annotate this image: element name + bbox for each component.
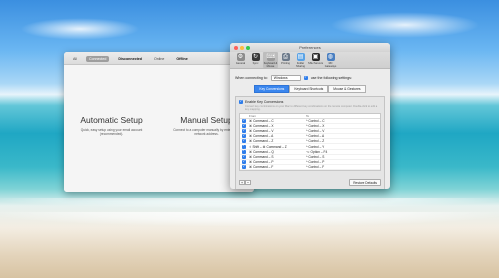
enable-key-conversions-checkbox[interactable] xyxy=(239,99,243,104)
globe-icon: ◍ xyxy=(326,53,335,61)
window-title: Preferences xyxy=(299,45,321,50)
mapping-from: ⌘ Command – X xyxy=(249,124,274,129)
preferences-body: When connecting to: Windows use the foll… xyxy=(230,70,390,189)
toolbar-label: RD Gateways xyxy=(324,62,337,68)
panel-footer: + − Restore Defaults xyxy=(239,179,381,186)
toolbar-rd-gateways[interactable]: ◍ RD Gateways xyxy=(323,52,338,68)
mapping-from: ⌘ Command – S xyxy=(249,154,274,159)
preferences-window: Preferences ⚙ General ↻ Sync ⌨ Keyboard & Mou… xyxy=(230,43,390,189)
sync-icon: ↻ xyxy=(251,53,260,61)
toolbar-label: SSH Servers xyxy=(308,62,323,65)
mapping-from: ⌘ Command – Z xyxy=(249,139,274,144)
mapping-to: ^ Control – C xyxy=(306,119,325,124)
toolbar-folder-sharing[interactable]: ▤ Folder Sharing xyxy=(293,52,308,68)
mapping-from: ⌘ Command – F xyxy=(249,164,274,169)
restore-defaults-button[interactable]: Restore Defaults xyxy=(349,179,381,186)
mapping-to: ^ Control – X xyxy=(306,124,325,129)
title-bar: Preferences xyxy=(230,43,390,52)
manager-body: Automatic Setup Quick, easy setup using … xyxy=(64,65,254,192)
toolbar-ssh-servers[interactable]: ▣ SSH Servers xyxy=(308,52,323,68)
printer-icon: ⎙ xyxy=(281,53,290,61)
when-connecting-label: When connecting to: xyxy=(235,76,268,80)
mapping-from: ⌘ Command – P xyxy=(249,159,274,164)
tab-offline[interactable]: Offline xyxy=(173,56,190,62)
mapping-to: ^ Control – A xyxy=(306,134,325,139)
segment-key-conversions[interactable]: Key Conversions xyxy=(254,85,290,93)
table-row[interactable]: ⌘ Command – F ^ Control – F xyxy=(240,164,380,170)
tab-online[interactable]: Online xyxy=(151,56,167,62)
automatic-setup-title: Automatic Setup xyxy=(80,115,143,125)
remote-desktop-manager-window: AllConnectedDisconnectedOnlineOffline ◉ … xyxy=(64,52,254,192)
gear-icon: ⚙ xyxy=(236,53,245,61)
toolbar-general[interactable]: ⚙ General xyxy=(233,52,248,68)
mapping-to: ^ Control – Z xyxy=(306,139,325,144)
connecting-row: When connecting to: Windows use the foll… xyxy=(235,75,385,81)
mappings-table: From To ⌘ Command – C^ Control – C⌘ Comm… xyxy=(239,113,381,171)
mapping-from: ⌘ Command – V xyxy=(249,129,274,134)
wave xyxy=(0,198,499,208)
toolbar-sync[interactable]: ↻ Sync xyxy=(248,52,263,68)
terminal-icon: ▣ xyxy=(311,53,320,61)
mapping-from: ⌘ Command – Q xyxy=(249,149,274,154)
toolbar-label: Printing xyxy=(281,62,290,65)
enable-description: Convert key combinations on your Mac to … xyxy=(245,105,378,111)
key-conversions-panel: Enable Key Conversions Convert key combi… xyxy=(235,96,385,189)
wave xyxy=(0,212,499,226)
mapping-to: ^ Control – V xyxy=(306,129,325,134)
minimize-window-button[interactable] xyxy=(240,45,244,50)
tab-all[interactable]: All xyxy=(70,56,80,62)
filter-tabs: All Connected Disconnected Online Offline xyxy=(70,56,191,62)
automatic-setup-description: Quick, easy setup using your email accou… xyxy=(80,128,143,136)
enable-row: Enable Key Conversions xyxy=(239,99,381,104)
remove-mapping-button[interactable]: − xyxy=(245,180,251,185)
toolbar-label: Folder Sharing xyxy=(296,62,305,68)
enable-key-conversions-label: Enable Key Conversions xyxy=(245,100,284,104)
table-rows: ⌘ Command – C ^ Control – C ⌘ Command – X ^… xyxy=(240,118,380,170)
folder-icon: ▤ xyxy=(296,53,305,61)
column-header-from: From xyxy=(249,114,256,118)
mapping-to: ^ Control – Y xyxy=(306,144,325,149)
use-settings-checkbox[interactable] xyxy=(303,75,308,80)
toolbar-label: General xyxy=(235,62,246,65)
tab-connected[interactable]: Connected xyxy=(86,56,110,62)
automatic-setup-option[interactable]: Automatic Setup Quick, easy setup using … xyxy=(64,115,159,136)
settings-segmented-control: Key Conversions Keyboard Shortcuts Mouse &… xyxy=(235,85,385,93)
toolbar-label: Keyboard & Mouse xyxy=(263,62,278,68)
mapping-to: ^ Control – S xyxy=(306,154,325,159)
mapping-from: ⇧ Shift – ⌘ Command – Z xyxy=(249,144,287,149)
window-controls xyxy=(234,45,250,50)
mapping-to: ^ Control – P xyxy=(306,159,325,164)
toolbar-label: Sync xyxy=(252,62,259,65)
mapping-to: ⌥ Option – F4 xyxy=(306,149,328,154)
mapping-to: ^ Control – F xyxy=(306,164,325,169)
tab-disconnected[interactable]: Disconnected xyxy=(115,56,145,62)
keyboard-icon: ⌨ xyxy=(266,53,276,61)
mapping-from: ⌘ Command – C xyxy=(249,119,274,124)
preferences-toolbar: ⚙ General ↻ Sync ⌨ Keyboard & Mouse ⎙ Printing ▤… xyxy=(230,52,390,69)
segment-keyboard-shortcuts[interactable]: Keyboard Shortcuts xyxy=(289,85,329,93)
os-select[interactable]: Windows xyxy=(270,75,301,81)
zoom-window-button[interactable] xyxy=(246,45,250,50)
mapping-from: ⌘ Command – A xyxy=(249,134,274,139)
segment-mouse-gestures[interactable]: Mouse & Gestures xyxy=(328,85,366,93)
cloud xyxy=(330,12,480,38)
toolbar-printing[interactable]: ⎙ Printing xyxy=(278,52,293,68)
manager-toolbar: AllConnectedDisconnectedOnlineOffline ◉ … xyxy=(64,52,254,65)
cloud xyxy=(20,18,140,40)
use-settings-label: use the following settings: xyxy=(310,76,352,80)
mapping-enabled-checkbox[interactable] xyxy=(242,164,246,169)
close-window-button[interactable] xyxy=(234,45,238,50)
column-header-to: To xyxy=(306,114,310,118)
toolbar-keyboard-mouse[interactable]: ⌨ Keyboard & Mouse xyxy=(263,52,278,68)
add-remove-buttons: + − xyxy=(239,180,251,185)
